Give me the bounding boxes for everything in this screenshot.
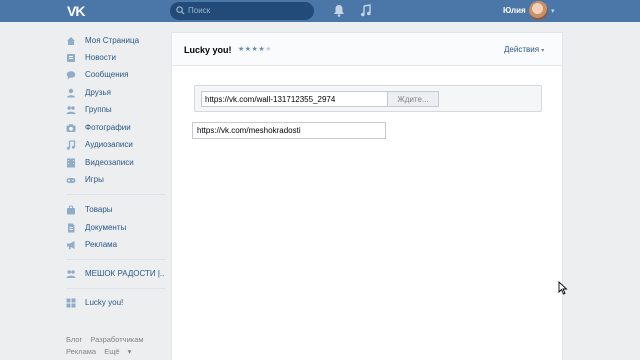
app-panel: Lucky you! ★★★★★ Действия ▾ https://vk.c… [171, 32, 563, 360]
footer-link-blog[interactable]: Блог [66, 335, 82, 344]
music-icon [66, 140, 76, 150]
app-title: Lucky you! [184, 45, 232, 55]
chevron-down-icon[interactable]: ▾ [551, 7, 555, 15]
bell-icon[interactable] [333, 4, 345, 17]
top-bar: VK Поиск Юлия ▾ [0, 0, 640, 22]
app-grid-icon [66, 298, 76, 308]
film-icon [67, 158, 75, 168]
wall-url-form: https://vk.com/wall-131712355_2974 Ждите… [194, 85, 542, 112]
sidebar-divider [66, 194, 166, 195]
group-people-icon [66, 270, 76, 278]
sidebar-item-app-lucky-you[interactable]: Lucky you! [66, 296, 166, 310]
sidebar-item-photos[interactable]: Фотографии [66, 121, 166, 135]
gamepad-icon [66, 178, 76, 183]
wall-url-input[interactable]: https://vk.com/wall-131712355_2974 [201, 91, 388, 107]
home-icon [67, 37, 75, 45]
sidebar-item-my-page[interactable]: Моя Страница [66, 34, 166, 48]
sidebar-item-audio[interactable]: Аудиозаписи [66, 138, 166, 152]
app-header: Lucky you! ★★★★★ Действия ▾ [172, 33, 562, 66]
sidebar-item-friends[interactable]: Друзья [66, 86, 166, 100]
search-icon [176, 6, 185, 15]
sidebar-divider [66, 288, 166, 289]
actions-menu[interactable]: Действия ▾ [504, 45, 544, 54]
groups-icon [66, 106, 76, 114]
mouse-cursor-icon [558, 281, 568, 295]
avatar[interactable] [529, 1, 548, 20]
sidebar-item-market[interactable]: Товары [66, 203, 166, 217]
document-icon [68, 223, 75, 233]
group-url-input[interactable]: https://vk.com/meshokradosti [192, 122, 386, 139]
sidebar-item-messages[interactable]: Сообщения [66, 68, 166, 82]
wait-button[interactable]: Ждите... [388, 91, 439, 107]
vk-logo[interactable]: VK [67, 3, 89, 19]
messages-icon [66, 71, 76, 80]
news-icon [67, 54, 75, 62]
sidebar-divider [66, 259, 166, 260]
megaphone-icon [67, 241, 75, 250]
app-rating-stars: ★★★★★ [238, 46, 272, 53]
footer-link-developers[interactable]: Разработчикам [90, 335, 143, 344]
bag-icon [67, 205, 75, 215]
sidebar-item-groups[interactable]: Группы [66, 103, 166, 117]
sidebar-item-group-meshok[interactable]: МЕШОК РАДОСТИ |.. [66, 267, 166, 281]
camera-icon [66, 124, 76, 132]
music-note-icon[interactable] [360, 4, 372, 17]
friends-icon [67, 88, 75, 98]
sidebar-footer: Блог Разработчикам Реклама Ещё ▾ [66, 334, 150, 358]
search-input[interactable]: Поиск [170, 2, 314, 20]
search-placeholder: Поиск [188, 6, 211, 15]
sidebar-item-documents[interactable]: Документы [66, 221, 166, 235]
footer-link-ads[interactable]: Реклама [66, 347, 96, 356]
user-name[interactable]: Юлия [503, 6, 526, 15]
sidebar-item-ads[interactable]: Реклама [66, 238, 166, 252]
footer-link-more[interactable]: Ещё ▾ [104, 347, 131, 356]
sidebar-item-games[interactable]: Игры [66, 173, 166, 187]
chevron-down-icon: ▾ [541, 48, 545, 54]
sidebar-item-video[interactable]: Видеозаписи [66, 156, 166, 170]
sidebar-item-news[interactable]: Новости [66, 51, 166, 65]
